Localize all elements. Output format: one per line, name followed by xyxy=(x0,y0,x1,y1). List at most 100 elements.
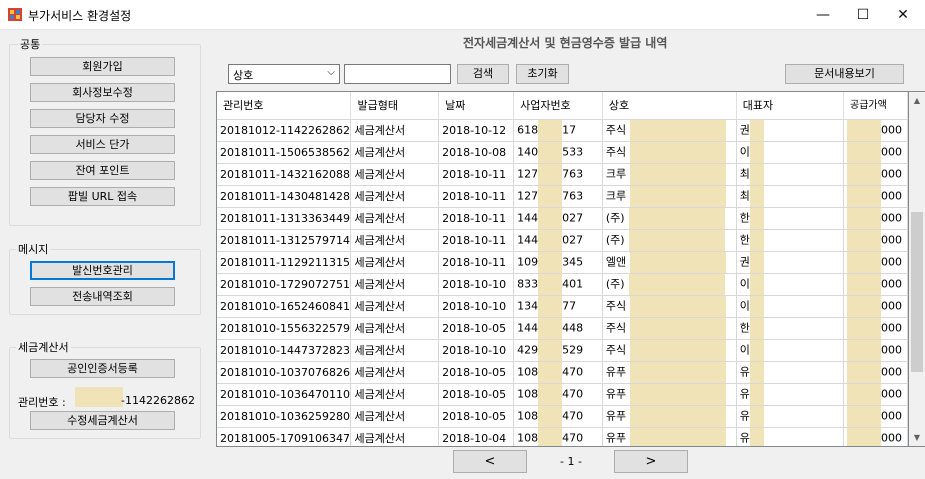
window-title: 부가서비스 환경설정 xyxy=(28,9,132,23)
bizno-prefix-text: 618 xyxy=(517,123,539,136)
column-header-ceo[interactable]: 대표자 xyxy=(736,92,845,120)
redaction xyxy=(630,295,727,316)
send-history-button[interactable]: 전송내역조회 xyxy=(30,287,175,306)
reset-button[interactable]: 초기화 xyxy=(516,64,569,84)
bizno-prefix-text: 108 xyxy=(517,387,539,400)
cert-register-button[interactable]: 공인인증서등록 xyxy=(30,359,175,378)
redaction xyxy=(749,207,764,228)
signup-button[interactable]: 회원가입 xyxy=(30,57,175,76)
table-row[interactable]: 20181010-1652460841 세금계산서 2018-10-10 134 77 주… xyxy=(217,295,908,318)
cell-biz-number: 127 763 xyxy=(513,185,603,208)
table-row[interactable]: 20181010-1729072751 세금계산서 2018-10-10 833 401… xyxy=(217,273,908,296)
cell-date: 2018-10-11 xyxy=(438,251,515,274)
search-input[interactable] xyxy=(344,64,451,84)
scroll-up-icon[interactable]: ▲ xyxy=(909,92,925,109)
amount-text: 000 xyxy=(881,431,902,444)
scroll-thumb[interactable] xyxy=(911,212,923,372)
column-header-mgmt[interactable]: 관리번호 xyxy=(217,92,352,120)
cell-mgmt-number: 20181011-1432162088 xyxy=(217,163,352,186)
table-row[interactable]: 20181011-1312579714 세금계산서 2018-10-11 144 027… xyxy=(217,229,908,252)
cell-biz-number: 144 027 xyxy=(513,229,603,252)
table-row[interactable]: 20181010-1447372823 세금계산서 2018-10-10 429 529… xyxy=(217,339,908,362)
amount-text: 000 xyxy=(881,321,902,334)
redaction xyxy=(538,273,563,294)
column-header-date[interactable]: 날짜 xyxy=(438,92,515,120)
table-row[interactable]: 20181010-1036259280 세금계산서 2018-10-05 108 470… xyxy=(217,405,908,428)
table-row[interactable]: 20181010-1556322579 세금계산서 2018-10-05 144 448… xyxy=(217,317,908,340)
invoice-grid[interactable]: 관리번호 발급형태 날짜 사업자번호 상호 대표자 공급가액 20181012-… xyxy=(216,91,909,447)
cell-amount: 000 xyxy=(843,383,908,406)
cell-date: 2018-10-10 xyxy=(438,339,515,362)
company-text: 크루 xyxy=(605,167,627,180)
redaction xyxy=(628,273,725,294)
issue-type-text: 세금계산서 xyxy=(354,300,406,313)
redaction xyxy=(749,361,764,382)
bizno-suffix-text: 027 xyxy=(562,233,584,246)
issue-type-text: 세금계산서 xyxy=(354,256,406,269)
contact-edit-button[interactable]: 담당자 수정 xyxy=(30,109,175,128)
ceo-text: 이 xyxy=(739,343,750,356)
mgmt-number-text: 20181010-1556322579 xyxy=(220,321,350,335)
ceo-text: 한 xyxy=(739,211,750,224)
search-field-select[interactable]: 상호 ⌵ xyxy=(228,64,340,84)
column-header-company[interactable]: 상호 xyxy=(602,92,737,120)
cell-company: 유푸 xyxy=(602,383,737,406)
table-row[interactable]: 20181011-1430481428 세금계산서 2018-10-11 127 763… xyxy=(217,185,908,208)
cell-company: 엘앤 xyxy=(602,251,737,274)
cell-company: 유푸 xyxy=(602,361,737,384)
column-header-bizno[interactable]: 사업자번호 xyxy=(513,92,603,120)
issue-type-text: 세금계산서 xyxy=(354,432,406,445)
redaction xyxy=(538,229,563,250)
cell-ceo: 이 xyxy=(736,141,845,164)
bizno-suffix-text: 529 xyxy=(562,343,584,356)
cell-issue-type: 세금계산서 xyxy=(350,141,440,164)
table-row[interactable]: 20181010-1037076826 세금계산서 2018-10-05 108 470… xyxy=(217,361,908,384)
view-document-button[interactable]: 문서내용보기 xyxy=(785,64,904,84)
redaction xyxy=(749,427,764,446)
search-button[interactable]: 검색 xyxy=(457,64,509,84)
remaining-points-button[interactable]: 잔여 포인트 xyxy=(30,161,175,180)
table-row[interactable]: 20181012-1142262862 세금계산서 2018-10-12 618 17 주… xyxy=(217,119,908,142)
close-button[interactable]: ✕ xyxy=(880,0,925,30)
column-header-type[interactable]: 발급형태 xyxy=(350,92,440,120)
table-row[interactable]: 20181011-1129211315 세금계산서 2018-10-11 109 345… xyxy=(217,251,908,274)
cell-mgmt-number: 20181011-1506538562 xyxy=(217,141,352,164)
table-row[interactable]: 20181005-1709106347 세금계산서 2018-10-04 108 470… xyxy=(217,427,908,446)
bizno-prefix-text: 127 xyxy=(517,167,539,180)
service-price-button[interactable]: 서비스 단가 xyxy=(30,135,175,154)
cell-mgmt-number: 20181010-1556322579 xyxy=(217,317,352,340)
cell-issue-type: 세금계산서 xyxy=(350,339,440,362)
sender-number-button[interactable]: 발신번호관리 xyxy=(30,261,175,280)
amount-text: 000 xyxy=(881,365,902,378)
next-page-button[interactable]: > xyxy=(614,450,688,473)
redaction xyxy=(538,295,563,316)
cell-company: 크루 xyxy=(602,163,737,186)
cell-date: 2018-10-05 xyxy=(438,383,515,406)
table-row[interactable]: 20181010-1036470110 세금계산서 2018-10-05 108 470… xyxy=(217,383,908,406)
cell-biz-number: 144 448 xyxy=(513,317,603,340)
table-row[interactable]: 20181011-1432162088 세금계산서 2018-10-11 127 763… xyxy=(217,163,908,186)
amount-text: 000 xyxy=(881,387,902,400)
amount-text: 000 xyxy=(881,299,902,312)
redaction xyxy=(749,251,764,272)
issue-type-text: 세금계산서 xyxy=(354,168,406,181)
redaction xyxy=(538,383,563,404)
table-row[interactable]: 20181011-1506538562 세금계산서 2018-10-08 140 533… xyxy=(217,141,908,164)
redaction xyxy=(538,185,563,206)
bizno-prefix-text: 109 xyxy=(517,255,539,268)
cell-issue-type: 세금계산서 xyxy=(350,251,440,274)
company-text: 크루 xyxy=(605,189,627,202)
company-info-button[interactable]: 회사정보수정 xyxy=(30,83,175,102)
date-text: 2018-10-05 xyxy=(442,321,507,335)
prev-page-button[interactable]: < xyxy=(453,450,527,473)
column-header-amount[interactable]: 공급가액 xyxy=(843,92,908,120)
ceo-text: 유 xyxy=(739,431,750,444)
table-row[interactable]: 20181011-1313363449 세금계산서 2018-10-11 144 027… xyxy=(217,207,908,230)
cell-amount: 000 xyxy=(843,339,908,362)
scroll-down-icon[interactable]: ▼ xyxy=(909,429,925,446)
date-text: 2018-10-11 xyxy=(442,189,507,203)
redaction xyxy=(847,273,881,294)
popbill-url-button[interactable]: 팝빌 URL 접속 xyxy=(30,187,175,206)
vertical-scrollbar[interactable]: ▲ ▼ xyxy=(909,91,925,447)
modify-tax-invoice-button[interactable]: 수정세금계산서 xyxy=(30,411,175,430)
